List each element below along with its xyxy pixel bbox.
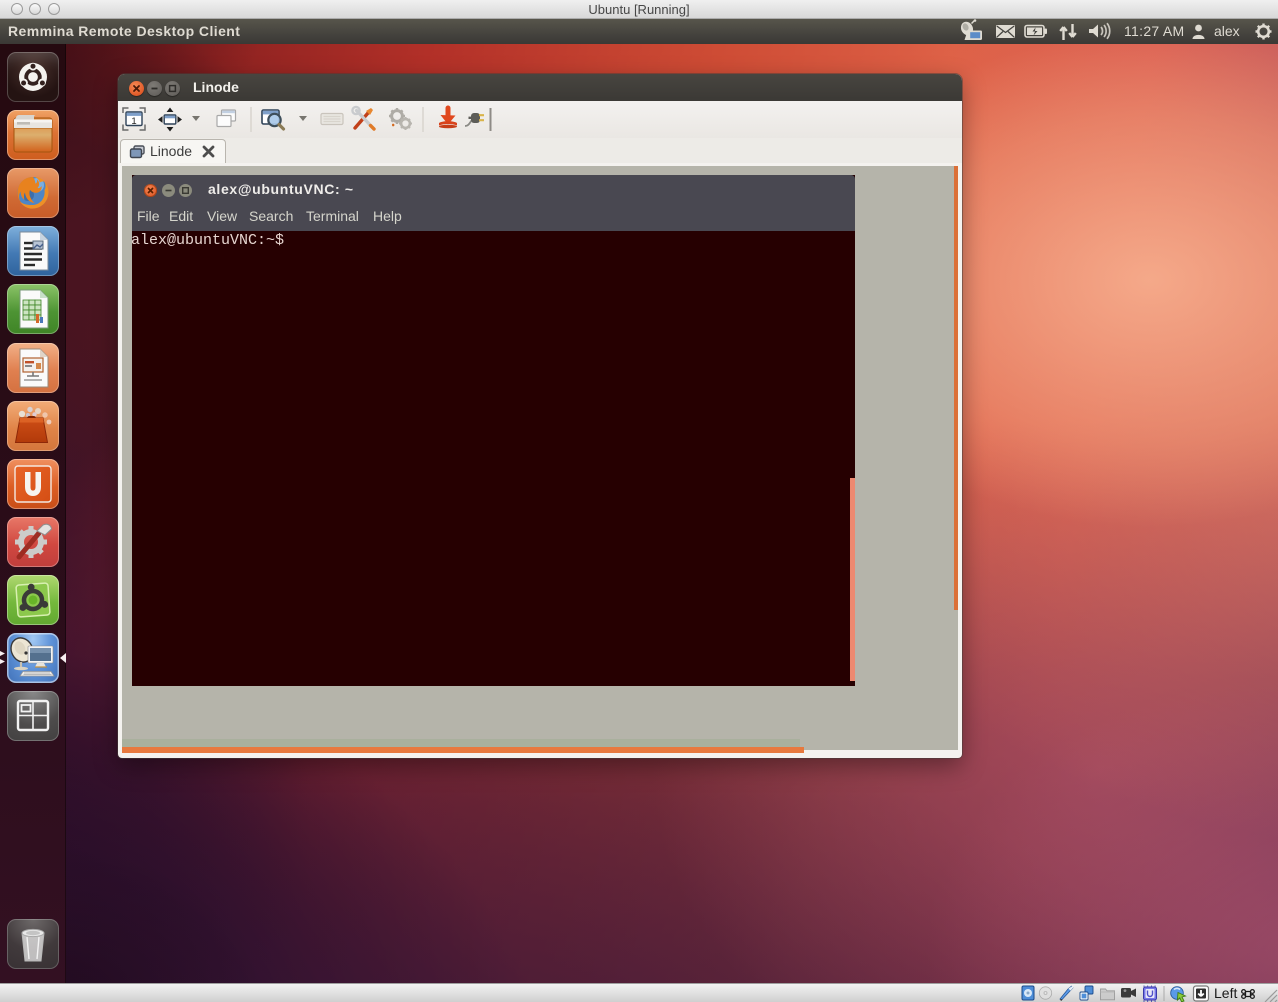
svg-text:1: 1	[131, 116, 136, 127]
